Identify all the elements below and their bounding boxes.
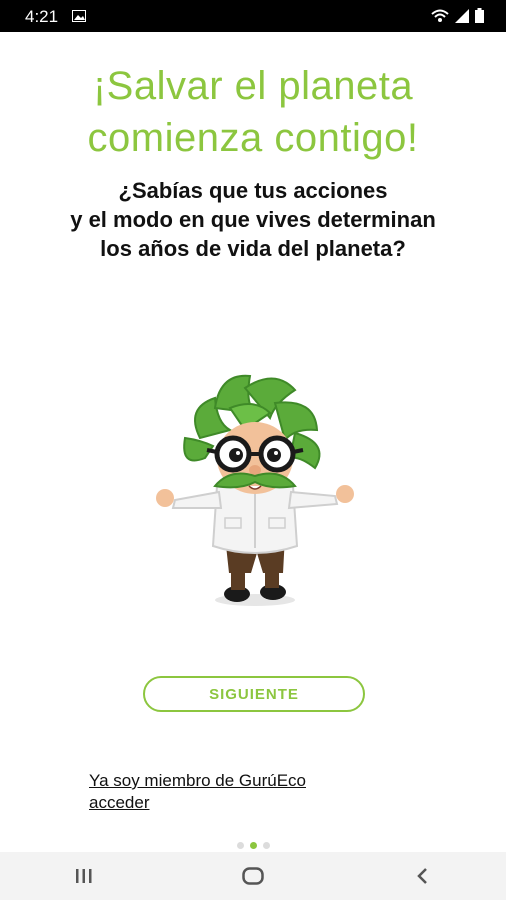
system-nav-bar <box>0 852 506 900</box>
back-icon[interactable] <box>392 856 452 896</box>
login-link[interactable]: Ya soy miembro de GurúEco acceder <box>89 770 306 814</box>
home-icon[interactable] <box>223 856 283 896</box>
subtitle-line-2: y el modo en que vives determinan <box>70 207 436 232</box>
recents-icon[interactable] <box>54 856 114 896</box>
headline: ¡Salvar el planeta comienza contigo! <box>0 60 506 164</box>
next-button-label: SIGUIENTE <box>209 685 299 703</box>
page-dot-3 <box>262 842 270 849</box>
image-icon <box>72 9 86 27</box>
eco-guru-mascot-icon <box>145 368 365 608</box>
subtitle-line-1: ¿Sabías que tus acciones <box>118 178 388 203</box>
page-indicator <box>0 842 506 849</box>
page-dot-2-active <box>249 842 257 849</box>
login-link-line-1: Ya soy miembro de GurúEco <box>89 771 306 790</box>
headline-line-1: ¡Salvar el planeta <box>92 64 414 108</box>
wifi-icon <box>431 9 449 28</box>
subtitle-line-3: los años de vida del planeta? <box>100 236 406 261</box>
signal-icon <box>455 8 469 28</box>
status-time: 4:21 <box>25 7 59 26</box>
login-link-line-2: acceder <box>89 793 150 812</box>
headline-line-2: comienza contigo! <box>87 116 419 160</box>
page-dot-1 <box>236 842 244 849</box>
next-button[interactable]: SIGUIENTE <box>143 676 365 712</box>
battery-icon <box>475 8 484 28</box>
status-bar: 4:21 <box>0 0 506 32</box>
subtitle: ¿Sabías que tus acciones y el modo en qu… <box>0 176 506 263</box>
status-icons <box>431 8 484 28</box>
